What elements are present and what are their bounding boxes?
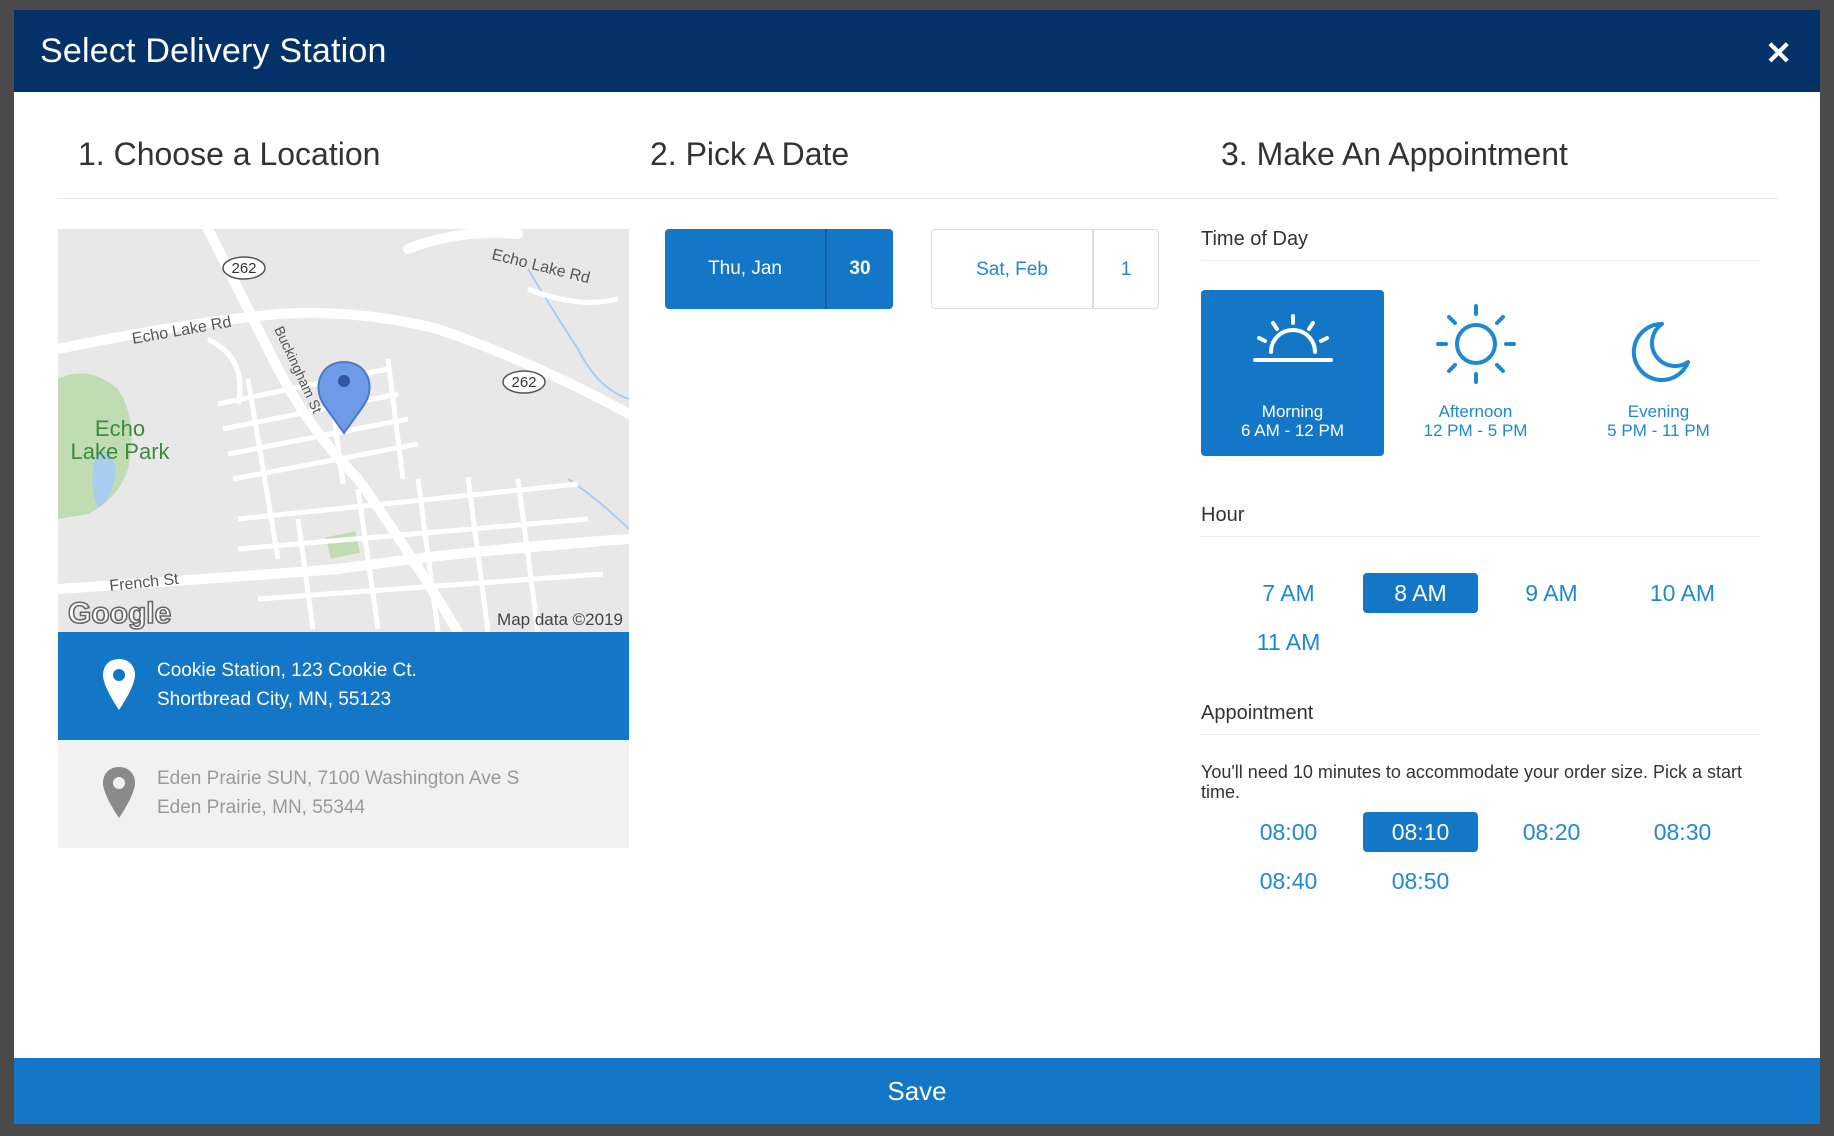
time-of-day-morning[interactable]: Morning 6 AM - 12 PM <box>1201 290 1384 456</box>
time-of-day-name: Morning <box>1261 402 1324 421</box>
time-of-day-range: 12 PM - 5 PM <box>1423 421 1528 440</box>
time-of-day-range: 5 PM - 11 PM <box>1607 421 1710 440</box>
route-shield-label: 262 <box>231 260 256 277</box>
moon-icon <box>1631 321 1690 382</box>
location-map[interactable]: 262 262 Echo Lake Rd Echo Lake Rd Buckin… <box>58 229 629 632</box>
appointment-slot-0800[interactable]: 08:00 <box>1231 812 1346 852</box>
location-column-heading: 1. Choose a Location <box>78 136 381 172</box>
appointment-slot-0840[interactable]: 08:40 <box>1231 861 1346 901</box>
appointment-note: You'll need 10 minutes to accommodate yo… <box>1201 762 1743 802</box>
hour-option-7am[interactable]: 7 AM <box>1231 573 1346 613</box>
map-attribution: Map data ©2019 <box>497 610 623 629</box>
date-column-heading: 2. Pick A Date <box>650 136 850 172</box>
time-of-day-name: Evening <box>1627 402 1690 421</box>
hour-divider <box>1201 536 1761 537</box>
modal-header: Select Delivery Station ✕ <box>14 10 1820 92</box>
location-address-line2: Shortbread City, MN, 55123 <box>157 689 392 710</box>
date-option-sat-feb-1[interactable]: Sat, Feb 1 <box>931 229 1159 309</box>
time-of-day-name: Afternoon <box>1438 402 1513 421</box>
date-label: Sat, Feb <box>976 259 1048 280</box>
time-of-day-evening[interactable]: Evening 5 PM - 11 PM <box>1567 290 1750 456</box>
hour-option-10am[interactable]: 10 AM <box>1625 573 1740 613</box>
sunrise-icon <box>1252 314 1333 362</box>
date-option-thu-jan-30[interactable]: Thu, Jan 30 <box>665 229 893 309</box>
hour-option-9am[interactable]: 9 AM <box>1494 573 1609 613</box>
time-of-day-range: 6 AM - 12 PM <box>1241 421 1344 440</box>
save-button[interactable]: Save <box>14 1058 1820 1124</box>
time-of-day-afternoon[interactable]: Afternoon 12 PM - 5 PM <box>1384 290 1567 456</box>
appointment-slot-0820[interactable]: 08:20 <box>1494 812 1609 852</box>
hour-option-8am[interactable]: 8 AM <box>1363 573 1478 613</box>
appointment-heading: Appointment <box>1201 702 1314 724</box>
appointment-divider <box>1201 734 1761 735</box>
date-day: 1 <box>1120 259 1132 280</box>
location-item-cookie-station[interactable]: Cookie Station, 123 Cookie Ct. Shortbrea… <box>58 632 629 740</box>
map-park-name-part: Lake Park <box>70 439 170 464</box>
hour-heading: Hour <box>1201 504 1245 526</box>
date-day: 30 <box>849 258 871 279</box>
time-of-day-heading: Time of Day <box>1201 228 1309 250</box>
time-of-day-divider <box>1201 260 1761 261</box>
hour-option-11am[interactable]: 11 AM <box>1231 622 1346 662</box>
sun-icon <box>1435 304 1516 384</box>
location-address-line1: Eden Prairie SUN, 7100 Washington Ave S <box>157 768 520 789</box>
select-delivery-station-modal: Select Delivery Station ✕ 1. Choose a Lo… <box>14 10 1820 1124</box>
date-label: Thu, Jan <box>708 258 782 279</box>
location-pin-icon <box>103 767 135 818</box>
appointment-slot-0830[interactable]: 08:30 <box>1625 812 1740 852</box>
location-item-eden-prairie[interactable]: Eden Prairie SUN, 7100 Washington Ave S … <box>58 740 629 848</box>
location-address-line1: Cookie Station, 123 Cookie Ct. <box>157 660 417 681</box>
appointment-slot-0810[interactable]: 08:10 <box>1363 812 1478 852</box>
route-shield-label: 262 <box>511 374 536 391</box>
modal-title: Select Delivery Station <box>40 32 387 70</box>
appointment-slot-0850[interactable]: 08:50 <box>1363 861 1478 901</box>
map-park-name-part: Echo <box>95 416 145 441</box>
location-address-line2: Eden Prairie, MN, 55344 <box>157 797 366 818</box>
close-icon[interactable]: ✕ <box>1765 34 1792 72</box>
appointment-column-heading: 3. Make An Appointment <box>1221 136 1568 172</box>
google-logo: Google <box>68 597 171 630</box>
header-divider <box>58 198 1778 199</box>
location-pin-icon <box>103 659 135 710</box>
